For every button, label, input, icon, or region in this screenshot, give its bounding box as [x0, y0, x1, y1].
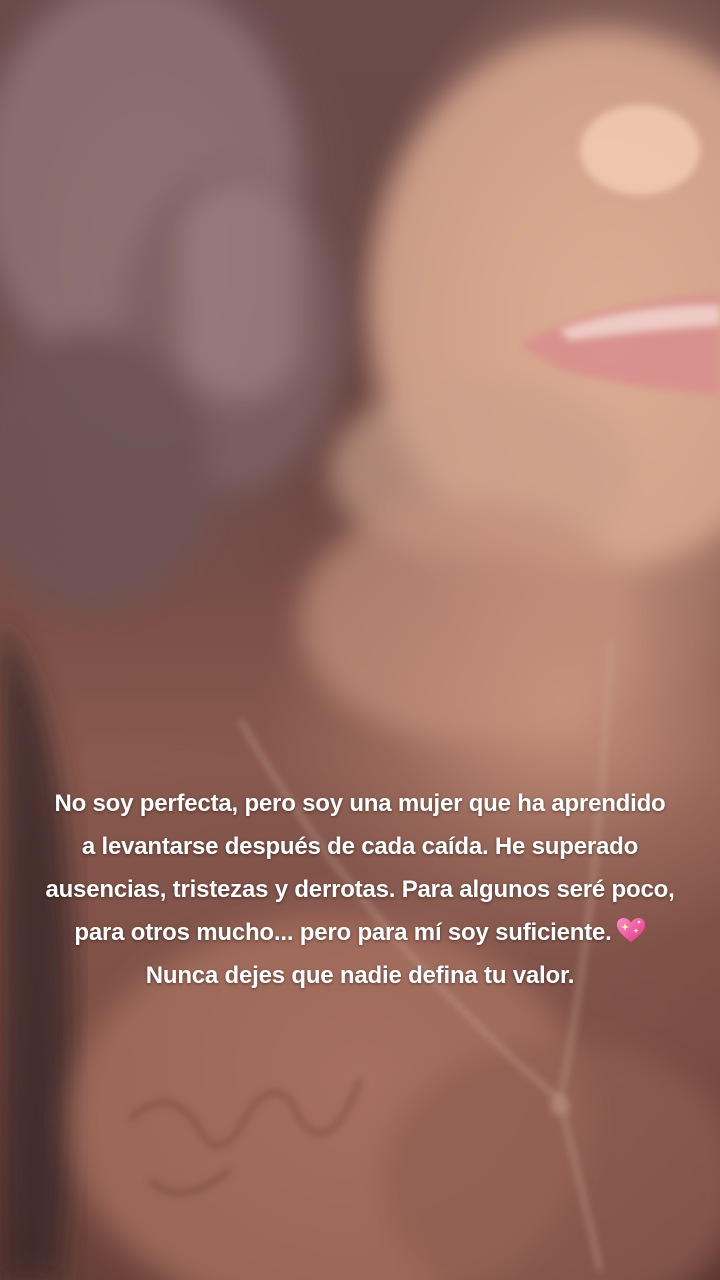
story-caption: No soy perfecta, pero soy una mujer que …	[20, 782, 700, 997]
caption-line-2: a levantarse después de cada caída. He s…	[81, 833, 639, 860]
caption-line-3: ausencias, tristezas y derrotas. Para al…	[45, 876, 675, 903]
caption-line-1: No soy perfecta, pero soy una mujer que …	[54, 790, 666, 817]
caption-line-4: para otros mucho... pero para mí soy suf…	[74, 919, 612, 946]
caption-line-4-wrapper: para otros mucho... pero para mí soy suf…	[20, 911, 700, 954]
caption-line-5: Nunca dejes que nadie defina tu valor.	[145, 962, 575, 989]
story-frame: No soy perfecta, pero soy una mujer que …	[0, 0, 720, 1280]
sparkling-heart-icon	[616, 915, 646, 943]
background-photo	[0, 0, 720, 1280]
